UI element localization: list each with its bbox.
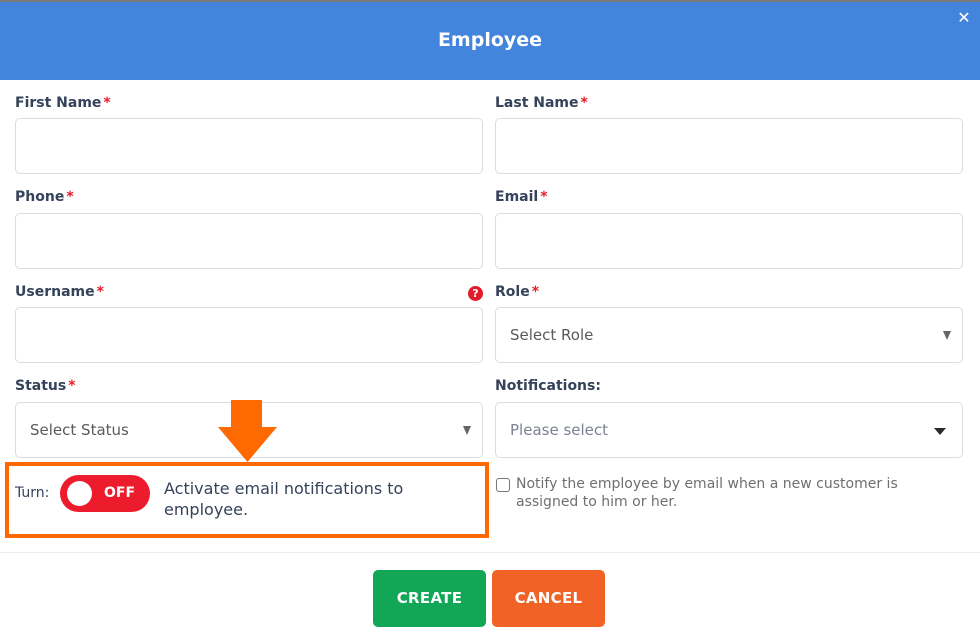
required-marker: * <box>580 95 588 111</box>
notifications-label-text: Notifications: <box>495 378 601 394</box>
phone-field[interactable] <box>15 213 483 269</box>
notifications-label: Notifications: <box>495 378 601 394</box>
question-circle-icon[interactable]: ? <box>468 286 483 301</box>
username-field[interactable] <box>15 307 483 363</box>
caret-down-icon <box>934 428 946 435</box>
required-marker: * <box>66 189 74 205</box>
required-marker: * <box>68 378 76 394</box>
caret-down-icon <box>463 426 471 435</box>
email-field[interactable] <box>495 213 963 269</box>
username-label: Username * <box>15 284 104 300</box>
footer-divider <box>0 552 980 553</box>
close-icon[interactable]: ✕ <box>956 10 972 26</box>
phone-label-text: Phone <box>15 189 65 205</box>
role-label-text: Role <box>495 284 530 300</box>
create-button[interactable]: CREATE <box>373 570 486 627</box>
first-name-label-text: First Name <box>15 95 102 111</box>
toggle-description: Activate email notifications to employee… <box>164 479 404 519</box>
email-label-text: Email <box>495 189 539 205</box>
required-marker: * <box>96 284 104 300</box>
username-input[interactable] <box>16 308 482 362</box>
notify-employee-checkbox[interactable] <box>496 478 510 492</box>
role-select[interactable]: Select Role <box>495 307 963 363</box>
email-notifications-toggle[interactable]: OFF <box>60 475 150 512</box>
arrow-shape <box>218 400 277 462</box>
first-name-input[interactable] <box>16 119 482 173</box>
last-name-field[interactable] <box>495 118 963 174</box>
arrow-down-icon <box>218 400 277 462</box>
dialog-header: Employee ✕ <box>0 2 980 80</box>
phone-input[interactable] <box>16 214 482 268</box>
dialog-title: Employee <box>437 29 543 51</box>
first-name-label: First Name * <box>15 95 111 111</box>
last-name-label-text: Last Name <box>495 95 579 111</box>
last-name-label: Last Name * <box>495 95 588 111</box>
status-label: Status * <box>15 378 76 394</box>
notify-employee-checkbox-label[interactable]: Notify the employee by email when a new … <box>516 475 956 511</box>
cancel-button[interactable]: CANCEL <box>492 570 605 627</box>
turn-label: Turn: <box>15 485 50 501</box>
notifications-select-value: Please select <box>510 421 609 439</box>
phone-label: Phone * <box>15 189 74 205</box>
required-marker: * <box>103 95 111 111</box>
first-name-field[interactable] <box>15 118 483 174</box>
role-select-value: Select Role <box>510 326 594 344</box>
required-marker: * <box>540 189 548 205</box>
caret-down-icon <box>943 331 951 340</box>
last-name-input[interactable] <box>496 119 962 173</box>
toggle-knob <box>67 481 92 506</box>
email-label: Email * <box>495 189 548 205</box>
status-select-value: Select Status <box>30 421 129 439</box>
username-label-text: Username <box>15 284 95 300</box>
email-input[interactable] <box>496 214 962 268</box>
notifications-select[interactable]: Please select <box>495 402 963 458</box>
required-marker: * <box>531 284 540 300</box>
status-label-text: Status <box>15 378 67 394</box>
role-label: Role * <box>495 284 539 300</box>
toggle-state: OFF <box>104 485 136 501</box>
